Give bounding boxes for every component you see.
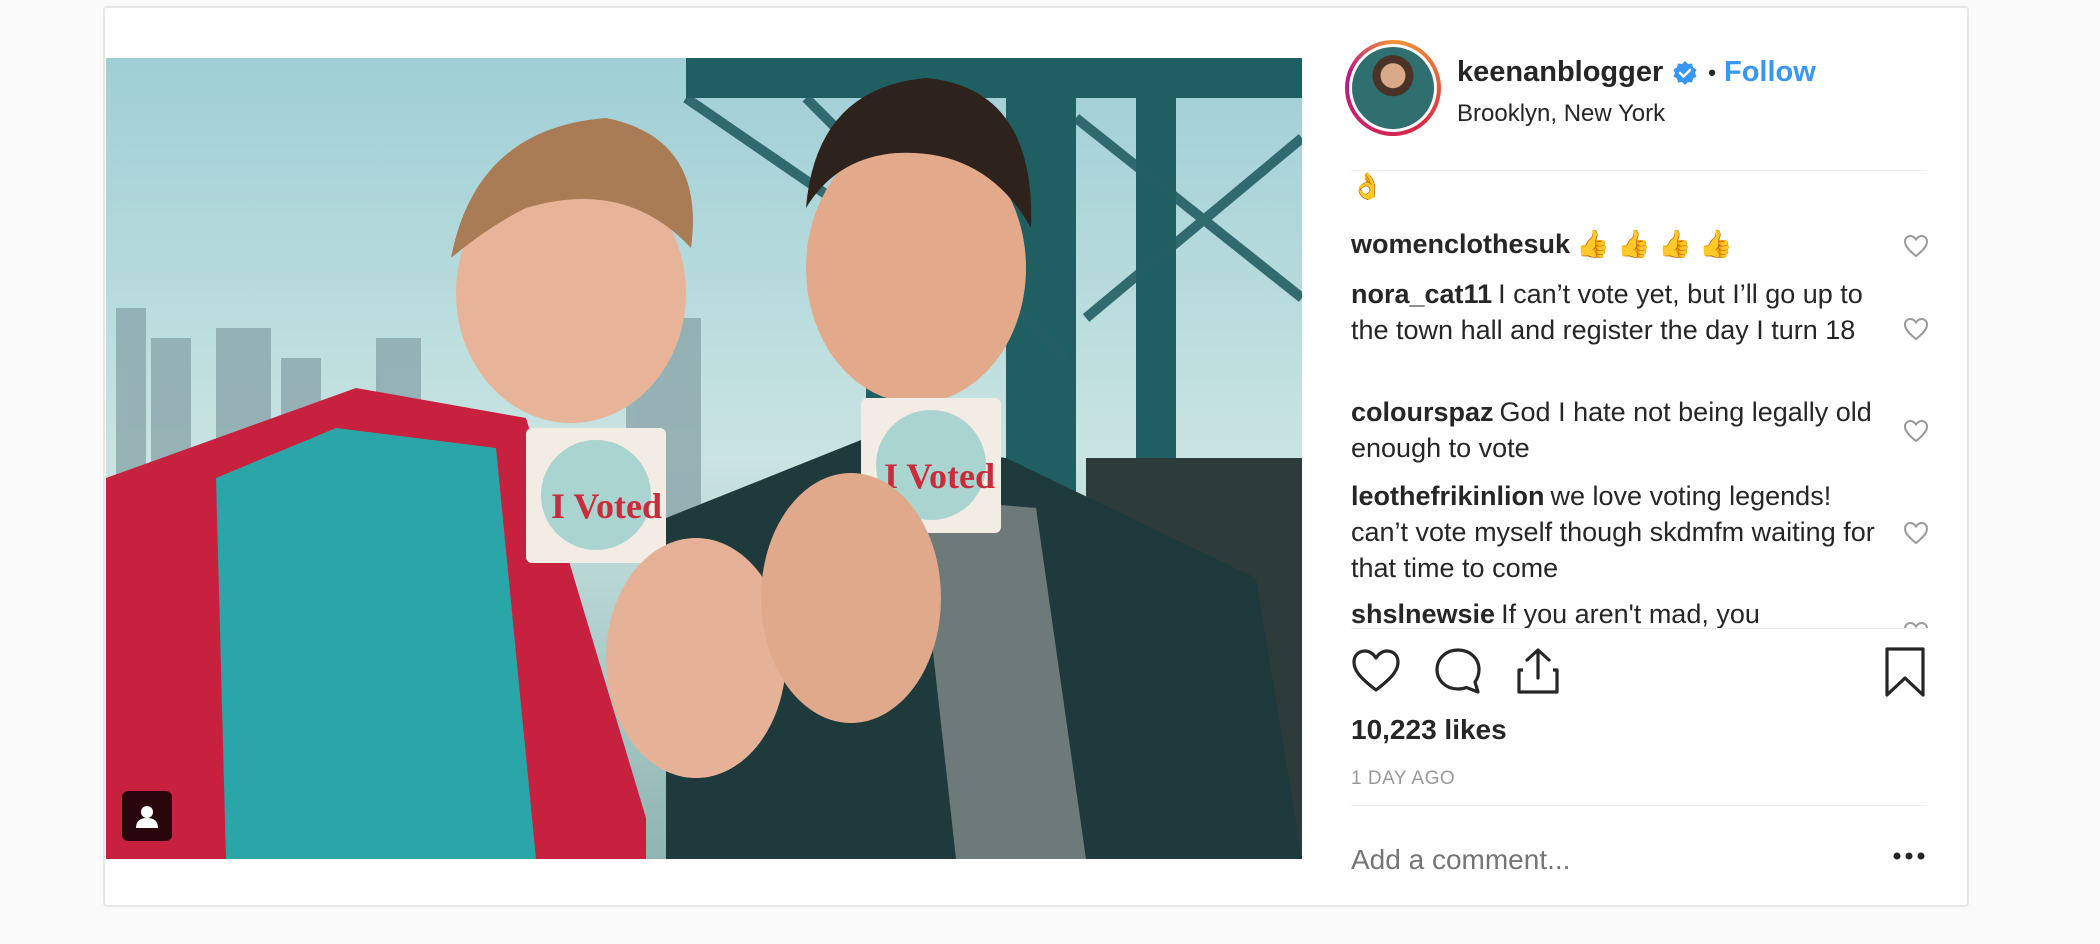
comment-item: womenclothesuk 👍 👍 👍 👍 [1351,226,1881,262]
post-card: I Voted I Voted keenanblogger • Follow B… [103,6,1969,907]
user-tag-button[interactable] [122,791,172,841]
comment-author[interactable]: colourspaz [1351,397,1494,427]
avatar[interactable] [1352,47,1434,129]
comment-author[interactable]: leothefrikinlion [1351,481,1545,511]
comment-item: shslnewsie If you aren't mad, you [1351,596,1881,628]
comment-item: nora_cat11 I can’t vote yet, but I’ll go … [1351,276,1881,348]
svg-text:I Voted: I Voted [551,486,662,526]
comment-icon[interactable] [1433,646,1483,696]
comment-item: leothefrikinlion we love voting legends! … [1351,478,1881,586]
more-options-icon[interactable] [1889,846,1929,866]
person-icon [136,806,158,828]
comment-input-divider [1351,805,1927,806]
comments-top-divider [1351,170,1927,171]
comment-like-heart-icon[interactable] [1903,620,1929,628]
comment-item: colourspaz God I hate not being legally o… [1351,394,1881,466]
actions-divider [1351,628,1927,629]
author-row: keenanblogger • Follow [1457,56,1816,89]
comment-author[interactable]: womenclothesuk [1351,229,1570,259]
likes-count[interactable]: 10,223 likes [1351,714,1507,746]
post-sidebar: keenanblogger • Follow Brooklyn, New Yor… [1303,8,1969,905]
bookmark-icon[interactable] [1883,646,1927,698]
comment-text: 👍 👍 👍 👍 [1576,229,1734,259]
comment-author[interactable]: nora_cat11 [1351,279,1492,309]
comment-like-heart-icon[interactable] [1903,520,1929,546]
heart-icon[interactable] [1351,646,1401,696]
post-photo-illustration: I Voted I Voted [106,58,1302,859]
author-username[interactable]: keenanblogger [1457,56,1663,89]
add-comment-input[interactable] [1351,844,1851,876]
avatar-story-ring[interactable] [1345,40,1441,136]
caption-partial-emoji: 👌 [1351,171,1384,201]
post-location[interactable]: Brooklyn, New York [1457,100,1665,128]
post-timestamp[interactable]: 1 DAY AGO [1351,768,1455,790]
separator-dot: • [1708,59,1716,85]
action-bar [1351,646,1927,702]
comment-like-heart-icon[interactable] [1903,316,1929,342]
share-icon[interactable] [1513,646,1563,696]
follow-button[interactable]: Follow [1724,56,1816,89]
post-photo[interactable]: I Voted I Voted [106,58,1302,859]
comment-clip: shslnewsie If you aren't mad, you [1303,596,1969,628]
comment-text: If you aren't mad, you [1501,599,1760,628]
post-header: keenanblogger • Follow Brooklyn, New Yor… [1303,8,1969,168]
verified-badge-icon [1672,60,1698,86]
comment-like-heart-icon[interactable] [1903,418,1929,444]
svg-text:I Voted: I Voted [884,456,995,496]
comment-author[interactable]: shslnewsie [1351,599,1495,628]
comment-like-heart-icon[interactable] [1903,233,1929,259]
